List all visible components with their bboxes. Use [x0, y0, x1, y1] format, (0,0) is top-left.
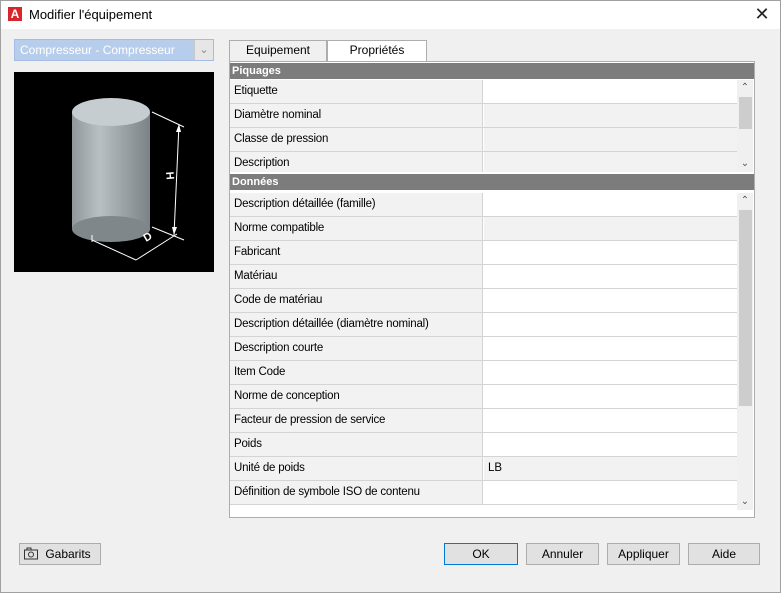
property-row: Norme compatible [230, 217, 737, 241]
property-label: Etiquette [230, 80, 483, 103]
scroll-thumb[interactable] [739, 210, 752, 406]
scroll-thumb[interactable] [739, 97, 752, 129]
title-bar: A Modifier l'équipement ✕ [1, 1, 780, 29]
property-label: Définition de symbole ISO de contenu [230, 481, 483, 504]
chevron-down-icon[interactable]: ⌄ [194, 40, 213, 60]
property-row: Définition de symbole ISO de contenu [230, 481, 737, 505]
piquages-grid: Etiquette Diamètre nominal Classe de press… [230, 80, 737, 172]
property-value [484, 152, 737, 172]
ok-button[interactable]: OK [444, 543, 518, 565]
property-value [484, 217, 737, 240]
property-value [484, 104, 737, 127]
property-value[interactable] [484, 289, 737, 312]
property-label: Item Code [230, 361, 483, 384]
property-label: Diamètre nominal [230, 104, 483, 127]
property-label: Poids [230, 433, 483, 456]
property-row: Description détaillée (diamètre nominal) [230, 313, 737, 337]
scroll-up-icon[interactable]: ⌃ [737, 193, 753, 209]
dimension-d-label: D [142, 230, 155, 244]
close-icon[interactable]: ✕ [750, 3, 774, 25]
property-value[interactable] [484, 313, 737, 336]
property-label: Classe de pression [230, 128, 483, 151]
property-label: Description courte [230, 337, 483, 360]
property-row: Diamètre nominal [230, 104, 737, 128]
equipment-dropdown-value: Compresseur - Compresseur [20, 43, 175, 57]
autocad-logo-icon: A [8, 7, 22, 21]
property-value [484, 128, 737, 151]
property-label: Norme de conception [230, 385, 483, 408]
property-row: Code de matériau [230, 289, 737, 313]
property-row: Facteur de pression de service [230, 409, 737, 433]
property-value[interactable] [484, 385, 737, 408]
section-piquages-header[interactable]: Piquages [230, 63, 754, 79]
property-row: Description détaillée (famille) [230, 193, 737, 217]
property-row: Description [230, 152, 737, 172]
cylinder-drawing: H D [72, 98, 185, 261]
property-value[interactable] [484, 80, 737, 103]
properties-panel: Piquages Etiquette Diamètre nominal Classe… [229, 61, 755, 518]
property-label: Description détaillée (famille) [230, 193, 483, 216]
property-label: Matériau [230, 265, 483, 288]
property-row: Unité de poids LB [230, 457, 737, 481]
donnees-scrollbar[interactable]: ⌃ ⌄ [737, 193, 753, 510]
donnees-grid: Description détaillée (famille) Norme com… [230, 193, 737, 510]
property-value[interactable] [484, 337, 737, 360]
help-button[interactable]: Aide [688, 543, 760, 565]
property-value[interactable] [484, 361, 737, 384]
property-row: Etiquette [230, 80, 737, 104]
equipment-dropdown[interactable]: Compresseur - Compresseur ⌄ [14, 39, 214, 61]
property-row: Poids [230, 433, 737, 457]
tab-proprietes[interactable]: Propriétés [327, 40, 427, 62]
property-label: Norme compatible [230, 217, 483, 240]
scroll-down-icon[interactable]: ⌄ [737, 494, 753, 510]
property-value: LB [484, 457, 737, 480]
window-title: Modifier l'équipement [29, 7, 153, 22]
property-label: Code de matériau [230, 289, 483, 312]
property-row: Item Code [230, 361, 737, 385]
property-row: Norme de conception [230, 385, 737, 409]
property-value[interactable] [484, 409, 737, 432]
property-value[interactable] [484, 265, 737, 288]
dimension-h-label: H [163, 171, 176, 180]
dialog-window: A Modifier l'équipement ✕ Compresseur - … [0, 0, 781, 593]
property-label: Unité de poids [230, 457, 483, 480]
property-row: Description courte [230, 337, 737, 361]
camera-icon [24, 547, 38, 560]
property-value[interactable] [484, 481, 737, 504]
scroll-down-icon[interactable]: ⌄ [737, 156, 753, 172]
gabarits-label: Gabarits [45, 547, 91, 561]
cancel-button[interactable]: Annuler [526, 543, 599, 565]
property-label: Facteur de pression de service [230, 409, 483, 432]
property-value[interactable] [484, 193, 737, 216]
property-value[interactable] [484, 433, 737, 456]
property-row: Fabricant [230, 241, 737, 265]
scroll-up-icon[interactable]: ⌃ [737, 80, 753, 96]
property-row: Matériau [230, 265, 737, 289]
property-label: Fabricant [230, 241, 483, 264]
tab-equipement[interactable]: Equipement [229, 40, 327, 61]
property-label: Description détaillée (diamètre nominal) [230, 313, 483, 336]
apply-button[interactable]: Appliquer [607, 543, 680, 565]
property-value[interactable] [484, 241, 737, 264]
equipment-preview-image: H D [14, 72, 214, 272]
piquages-scrollbar[interactable]: ⌃ ⌄ [737, 80, 753, 172]
gabarits-button[interactable]: Gabarits [19, 543, 101, 565]
property-row: Classe de pression [230, 128, 737, 152]
section-donnees-header[interactable]: Données [230, 174, 754, 190]
property-label: Description [230, 152, 483, 172]
